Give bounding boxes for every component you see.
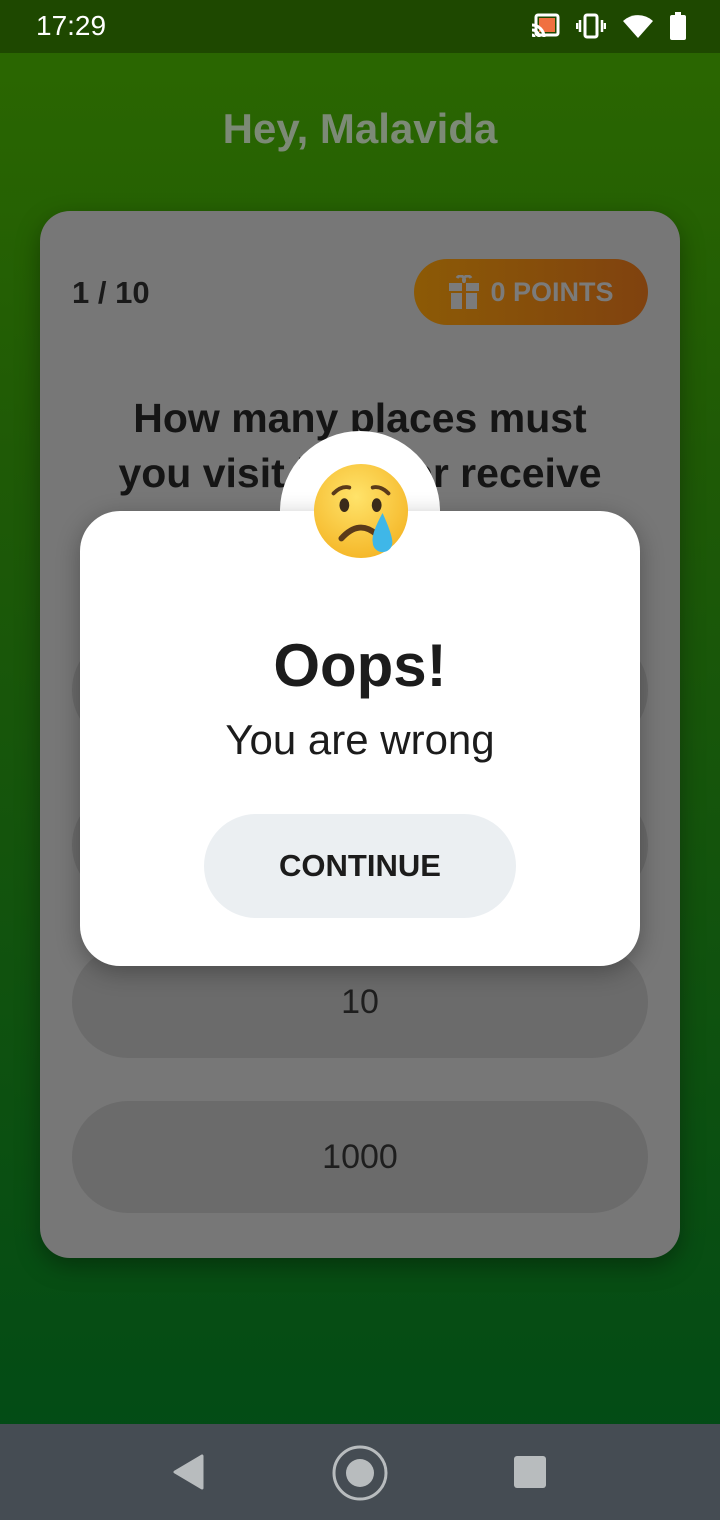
recents-icon[interactable] xyxy=(514,1456,546,1488)
question-progress: 1 / 10 xyxy=(72,275,150,310)
wifi-icon xyxy=(623,15,653,39)
continue-button[interactable]: CONTINUE xyxy=(204,814,516,918)
battery-icon xyxy=(670,12,686,40)
back-icon[interactable] xyxy=(172,1454,206,1490)
home-icon[interactable] xyxy=(331,1444,389,1502)
vibrate-icon xyxy=(576,13,606,39)
navigation-bar xyxy=(0,1424,720,1520)
points-badge: 0 POINTS xyxy=(414,259,648,325)
crying-face-icon xyxy=(313,463,409,559)
status-time: 17:29 xyxy=(36,10,107,41)
gift-icon xyxy=(449,275,480,309)
cast-icon xyxy=(531,13,560,38)
greeting-title: Hey, Malavida xyxy=(222,105,498,152)
dialog-message: You are wrong xyxy=(225,716,495,763)
wrong-answer-dialog: Oops! You are wrong CONTINUE xyxy=(80,511,640,966)
dialog-title: Oops! xyxy=(273,632,447,699)
points-label: 0 POINTS xyxy=(490,276,614,307)
answer-option[interactable]: 1000 xyxy=(72,1101,648,1213)
status-bar: 17:29 xyxy=(0,0,720,53)
